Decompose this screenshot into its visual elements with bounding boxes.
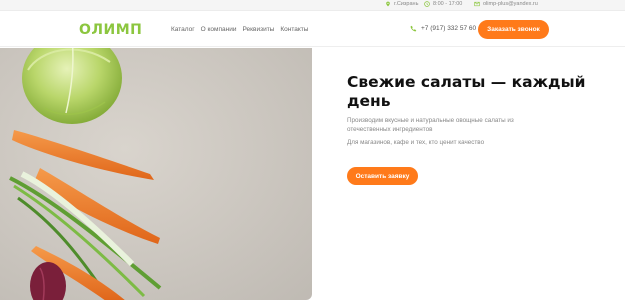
top-info-bar: г.Сизрань 8:00 - 17:00 olimp-plus@yandex… xyxy=(0,0,625,11)
nav-item-contacts[interactable]: Контакты xyxy=(280,26,308,33)
request-call-button[interactable]: Заказать звонок xyxy=(478,20,549,39)
clock-icon xyxy=(424,1,430,7)
hero-image xyxy=(0,48,312,300)
mail-icon xyxy=(474,1,480,7)
location-info: г.Сизрань xyxy=(385,1,418,7)
email-info[interactable]: olimp-plus@yandex.ru xyxy=(474,1,538,7)
nav-item-catalog[interactable]: Каталог xyxy=(171,26,195,33)
phone-icon xyxy=(410,25,417,32)
header: ОЛИМП Каталог О компании Реквизиты Конта… xyxy=(0,11,625,47)
leave-request-button[interactable]: Оставить заявку xyxy=(347,167,418,185)
hours-info: 8:00 - 17:00 xyxy=(424,1,462,7)
location-text: г.Сизрань xyxy=(394,1,419,7)
vegetables-illustration xyxy=(9,48,162,300)
phone-number[interactable]: +7 (917) 332 57 60 xyxy=(421,25,476,32)
phone-contact[interactable]: +7 (917) 332 57 60 xyxy=(410,25,476,32)
logo[interactable]: ОЛИМП xyxy=(79,22,142,38)
email-text[interactable]: olimp-plus@yandex.ru xyxy=(483,1,538,7)
nav-item-about[interactable]: О компании xyxy=(201,26,237,33)
hero-title: Свежие салаты — каждый день xyxy=(347,73,586,110)
hours-text: 8:00 - 17:00 xyxy=(433,1,463,7)
hero-description: Производим вкусные и натуральные овощные… xyxy=(347,117,514,133)
main-nav: Каталог О компании Реквизиты Контакты xyxy=(171,26,308,33)
location-pin-icon xyxy=(386,1,390,7)
hero-subtext: Для магазинов, кафе и тех, кто ценит кач… xyxy=(347,139,485,146)
nav-item-requisites[interactable]: Реквизиты xyxy=(243,26,275,33)
